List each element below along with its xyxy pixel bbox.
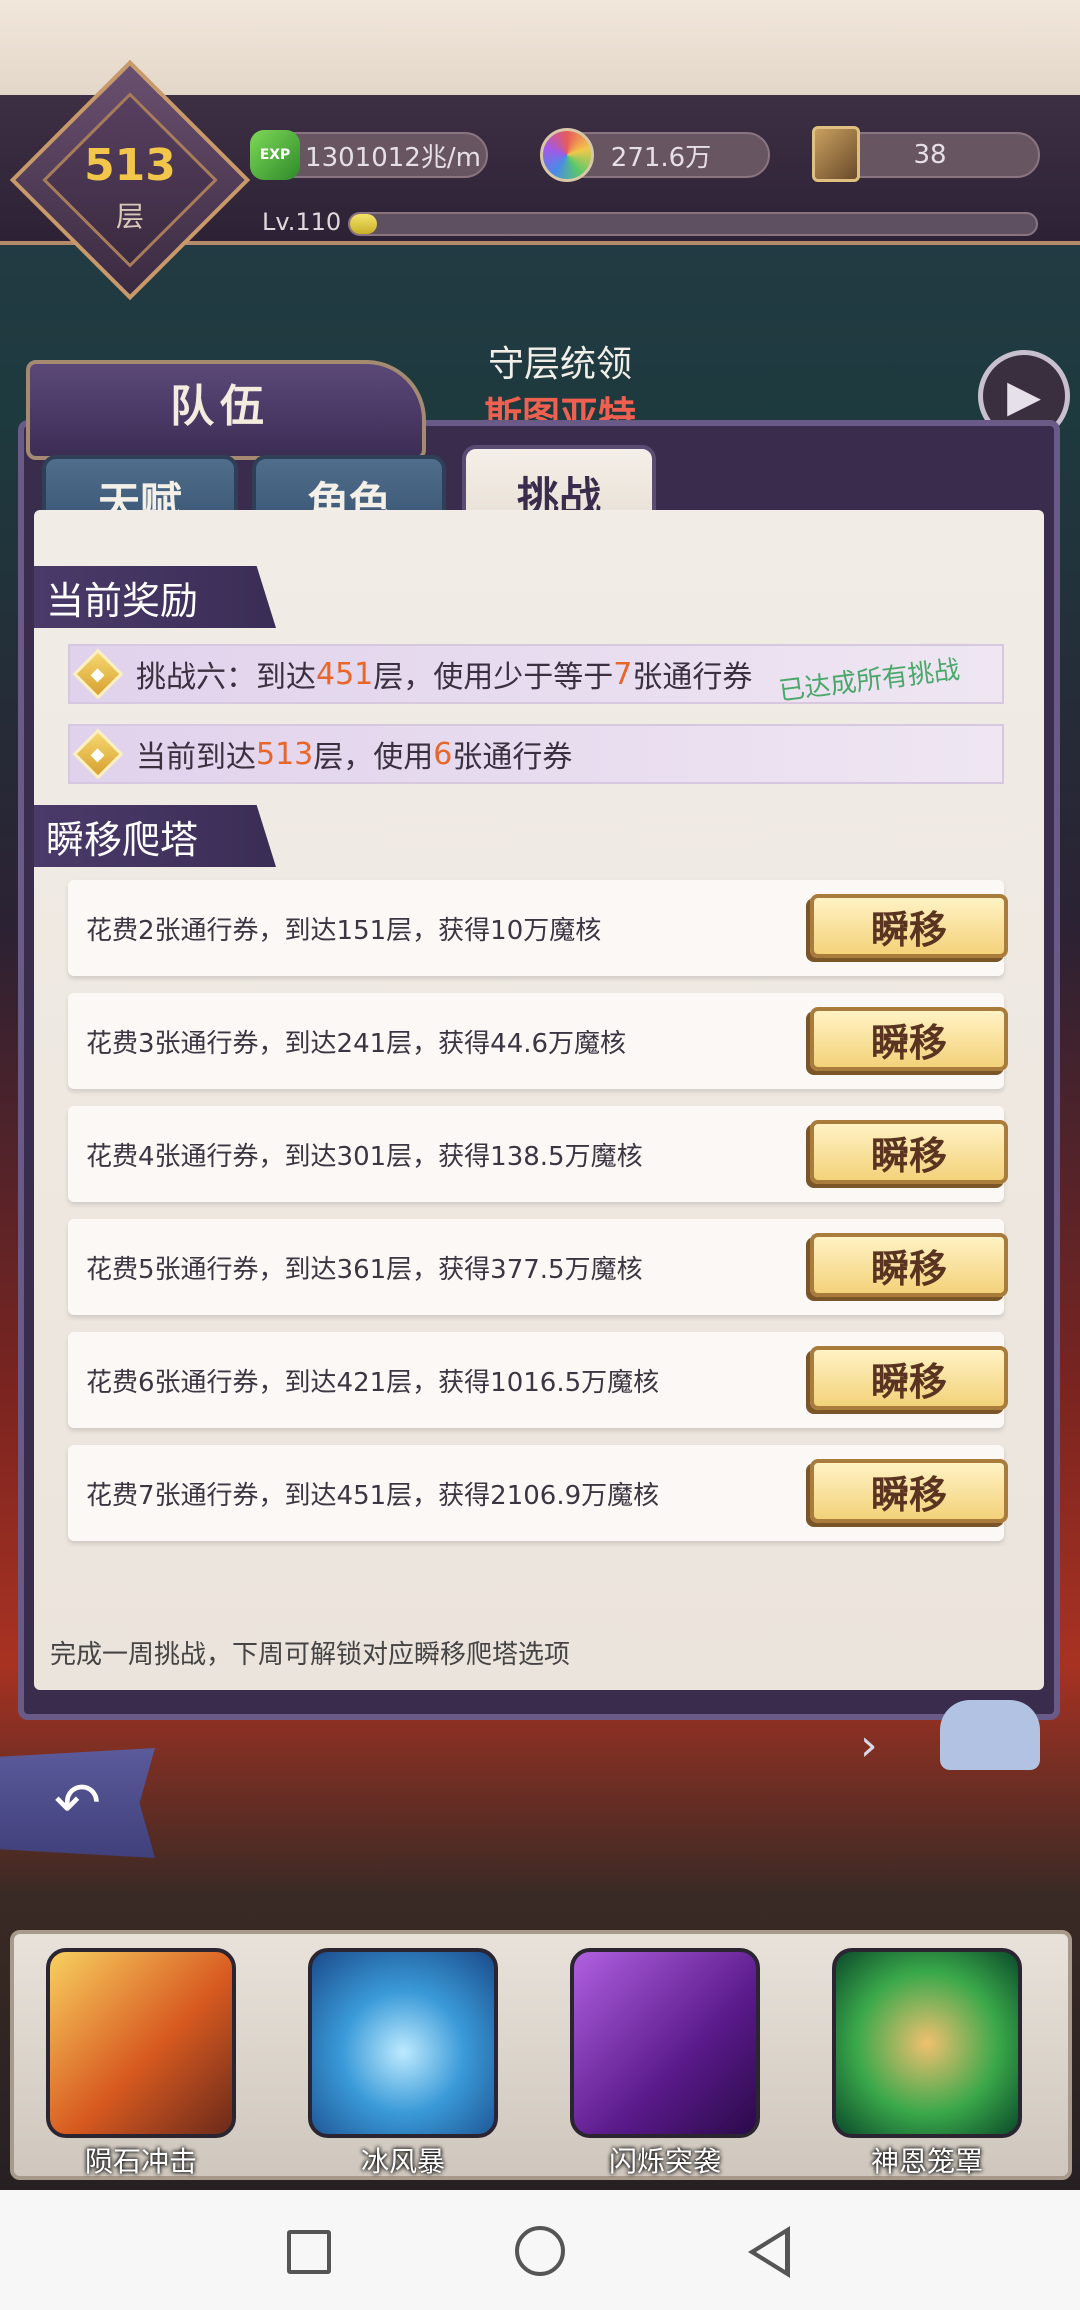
teleport-row-text: 花费3张通行券，到达241层，获得44.6万魔核 xyxy=(86,1028,627,1059)
teleport-row-text: 花费5张通行券，到达361层，获得377.5万魔核 xyxy=(86,1254,643,1285)
current-progress-row: ◆ 当前到达 513 层，使用 6 张通行券 xyxy=(68,724,1004,784)
teleport-button[interactable]: 瞬移 xyxy=(810,1007,1008,1071)
back-nav-icon-inner xyxy=(756,2234,785,2270)
chevron-right-icon[interactable]: › xyxy=(860,1720,878,1771)
teleport-row-text: 花费7张通行券，到达451层，获得2106.9万魔核 xyxy=(86,1480,660,1511)
recent-apps-icon[interactable] xyxy=(287,2230,331,2274)
teleport-row-text: 花费6张通行券，到达421层，获得1016.5万魔核 xyxy=(86,1367,660,1398)
boss-title: 守层统领 xyxy=(487,344,632,385)
skill-label: 陨石冲击 xyxy=(84,2145,197,2178)
current-reward-heading: 当前奖励 xyxy=(34,566,276,628)
floor-label: 层 xyxy=(115,200,144,233)
divine-shroud-icon[interactable] xyxy=(832,1948,1022,2138)
skill-label: 神恩笼罩 xyxy=(870,2145,983,2178)
blink-strike-icon[interactable] xyxy=(570,1948,760,2138)
play-icon: ▶ xyxy=(1007,370,1041,422)
ice-storm-icon[interactable] xyxy=(308,1948,498,2138)
home-icon[interactable] xyxy=(515,2226,565,2276)
floor-number: 513 xyxy=(84,140,176,191)
ticket-scroll-icon xyxy=(812,126,860,182)
top-background-strip xyxy=(0,0,1080,100)
teleport-button[interactable]: 瞬移 xyxy=(810,1120,1008,1184)
pet-spirit-icon xyxy=(940,1700,1040,1770)
magic-core-icon xyxy=(540,128,594,182)
teleport-row-text: 花费2张通行券，到达151层，获得10万魔核 xyxy=(86,915,602,946)
level-progress-bar xyxy=(348,212,1038,236)
back-button[interactable]: ↶ xyxy=(0,1748,155,1858)
ticket-count: 38 xyxy=(913,140,947,170)
exp-icon: EXP xyxy=(250,130,300,180)
diamond-icon: ◆ xyxy=(72,648,124,700)
teleport-heading: 瞬移爬塔 xyxy=(34,805,276,867)
exp-rate-text: 1301012兆/m xyxy=(305,142,481,173)
back-arrow-icon: ↶ xyxy=(54,1770,101,1836)
teleport-button[interactable]: 瞬移 xyxy=(810,1346,1008,1410)
diamond-icon: ◆ xyxy=(72,728,124,780)
teleport-row-text: 花费4张通行券，到达301层，获得138.5万魔核 xyxy=(86,1141,643,1172)
teleport-button[interactable]: 瞬移 xyxy=(810,894,1008,958)
level-progress-fill xyxy=(350,214,378,234)
teleport-button[interactable]: 瞬移 xyxy=(810,1233,1008,1297)
footer-note: 完成一周挑战，下周可解锁对应瞬移爬塔选项 xyxy=(50,1640,571,1670)
player-level: Lv.110 xyxy=(262,208,342,236)
skill-label: 冰风暴 xyxy=(360,2145,445,2178)
meteor-strike-icon[interactable] xyxy=(46,1948,236,2138)
orb-currency-text: 271.6万 xyxy=(610,142,712,173)
teleport-button[interactable]: 瞬移 xyxy=(810,1459,1008,1523)
skill-label: 闪烁突袭 xyxy=(608,2145,721,2178)
panel-title: 队伍 xyxy=(170,381,270,432)
